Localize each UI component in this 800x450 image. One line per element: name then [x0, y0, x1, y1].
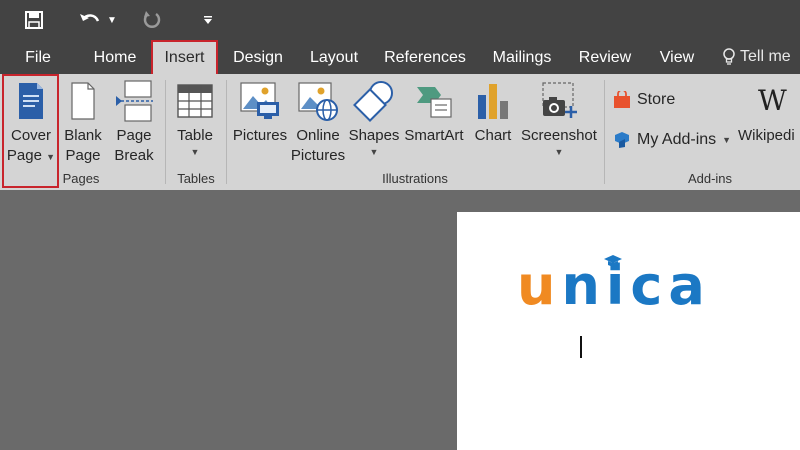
page-break-button[interactable]: Page Break	[110, 78, 158, 166]
undo-dropdown-icon[interactable]: ▼	[104, 6, 120, 34]
ribbon-insert: Cover Page ▼ Blank Page Page Break Pages…	[0, 74, 800, 190]
shapes-icon	[353, 78, 395, 124]
ribbon-tabs: File Home Insert Design Layout Reference…	[0, 40, 800, 74]
tab-home[interactable]: Home	[84, 40, 146, 74]
shapes-button[interactable]: Shapes ▼	[347, 78, 401, 158]
tell-me-label: Tell me	[740, 48, 791, 65]
logo-letters-nica: nica	[561, 254, 711, 317]
table-icon	[177, 78, 213, 124]
pages-group-label: Pages	[62, 171, 100, 186]
customize-qat-icon[interactable]	[198, 6, 218, 34]
tab-references[interactable]: References	[378, 40, 472, 74]
undo-icon[interactable]	[76, 6, 104, 34]
document-workspace: unica	[0, 190, 800, 450]
cover-page-label-1: Cover	[10, 127, 51, 144]
chart-label: Chart	[474, 127, 512, 144]
smartart-label: SmartArt	[404, 127, 464, 144]
pictures-label: Pictures	[232, 127, 288, 144]
page-break-icon	[115, 78, 153, 124]
table-label: Table	[177, 127, 213, 144]
store-label: Store	[637, 91, 676, 108]
tab-design[interactable]: Design	[226, 40, 290, 74]
save-icon[interactable]	[20, 6, 48, 34]
chevron-down-icon: ▼	[46, 152, 56, 162]
store-icon	[614, 91, 630, 108]
pictures-button[interactable]: Pictures	[231, 78, 289, 146]
logo-letter-u: u	[517, 254, 562, 317]
my-addins-label: My Add-ins	[637, 131, 717, 148]
tab-insert[interactable]: Insert	[151, 40, 218, 74]
online-pictures-button[interactable]: Online Pictures	[290, 78, 346, 166]
screenshot-button[interactable]: Screenshot ▼	[519, 78, 599, 158]
cover-page-button[interactable]: Cover Page ▼	[4, 78, 58, 166]
page-break-label-2: Break	[114, 147, 154, 164]
tell-me-box[interactable]: Tell me	[722, 40, 791, 74]
graduation-cap-icon	[604, 255, 622, 267]
my-addins-button[interactable]: My Add-ins ▼	[613, 131, 731, 149]
tab-file[interactable]: File	[14, 40, 62, 74]
chevron-down-icon: ▼	[554, 147, 564, 157]
addins-group-label: Add-ins	[687, 171, 733, 186]
separator	[226, 80, 227, 184]
blank-page-label-1: Blank	[64, 127, 102, 144]
document-page[interactable]: unica	[457, 212, 800, 450]
tab-layout[interactable]: Layout	[303, 40, 365, 74]
cover-page-icon	[17, 78, 45, 124]
my-addins-icon	[615, 132, 629, 148]
smartart-icon	[413, 78, 455, 124]
blank-page-icon	[69, 78, 97, 124]
chevron-down-icon: ▼	[369, 147, 379, 157]
screenshot-label: Screenshot	[521, 127, 597, 144]
illustrations-group-label: Illustrations	[382, 171, 448, 186]
wikipedia-button[interactable]: W Wikipedi	[738, 78, 800, 146]
page-break-label-1: Page	[116, 127, 152, 144]
lightbulb-icon	[723, 48, 735, 65]
cover-page-label-2: Page ▼	[6, 147, 56, 164]
chart-button[interactable]: Chart	[470, 78, 516, 146]
online-pictures-label-2: Pictures	[290, 147, 346, 164]
tab-view[interactable]: View	[650, 40, 704, 74]
online-pictures-label-1: Online	[296, 127, 340, 144]
shapes-label: Shapes	[348, 127, 400, 144]
wikipedia-icon: W	[758, 84, 787, 117]
blank-page-label-2: Page	[65, 147, 101, 164]
pictures-icon	[239, 78, 281, 124]
redo-icon[interactable]	[138, 6, 166, 34]
separator	[165, 80, 166, 184]
blank-page-button[interactable]: Blank Page	[60, 78, 106, 166]
smartart-button[interactable]: SmartArt	[402, 78, 466, 146]
quick-access-toolbar: ▼	[0, 0, 800, 40]
online-pictures-icon	[297, 78, 339, 124]
text-cursor	[580, 336, 582, 358]
separator	[604, 80, 605, 184]
tab-mailings[interactable]: Mailings	[484, 40, 560, 74]
store-button[interactable]: Store	[613, 91, 675, 109]
wikipedia-label: Wikipedi	[738, 127, 795, 144]
tab-review[interactable]: Review	[572, 40, 638, 74]
chevron-down-icon: ▼	[190, 147, 200, 157]
screenshot-icon	[539, 78, 579, 124]
table-button[interactable]: Table ▼	[172, 78, 218, 158]
tables-group-label: Tables	[177, 171, 215, 186]
chevron-down-icon: ▼	[722, 135, 732, 145]
chart-icon	[475, 78, 511, 124]
